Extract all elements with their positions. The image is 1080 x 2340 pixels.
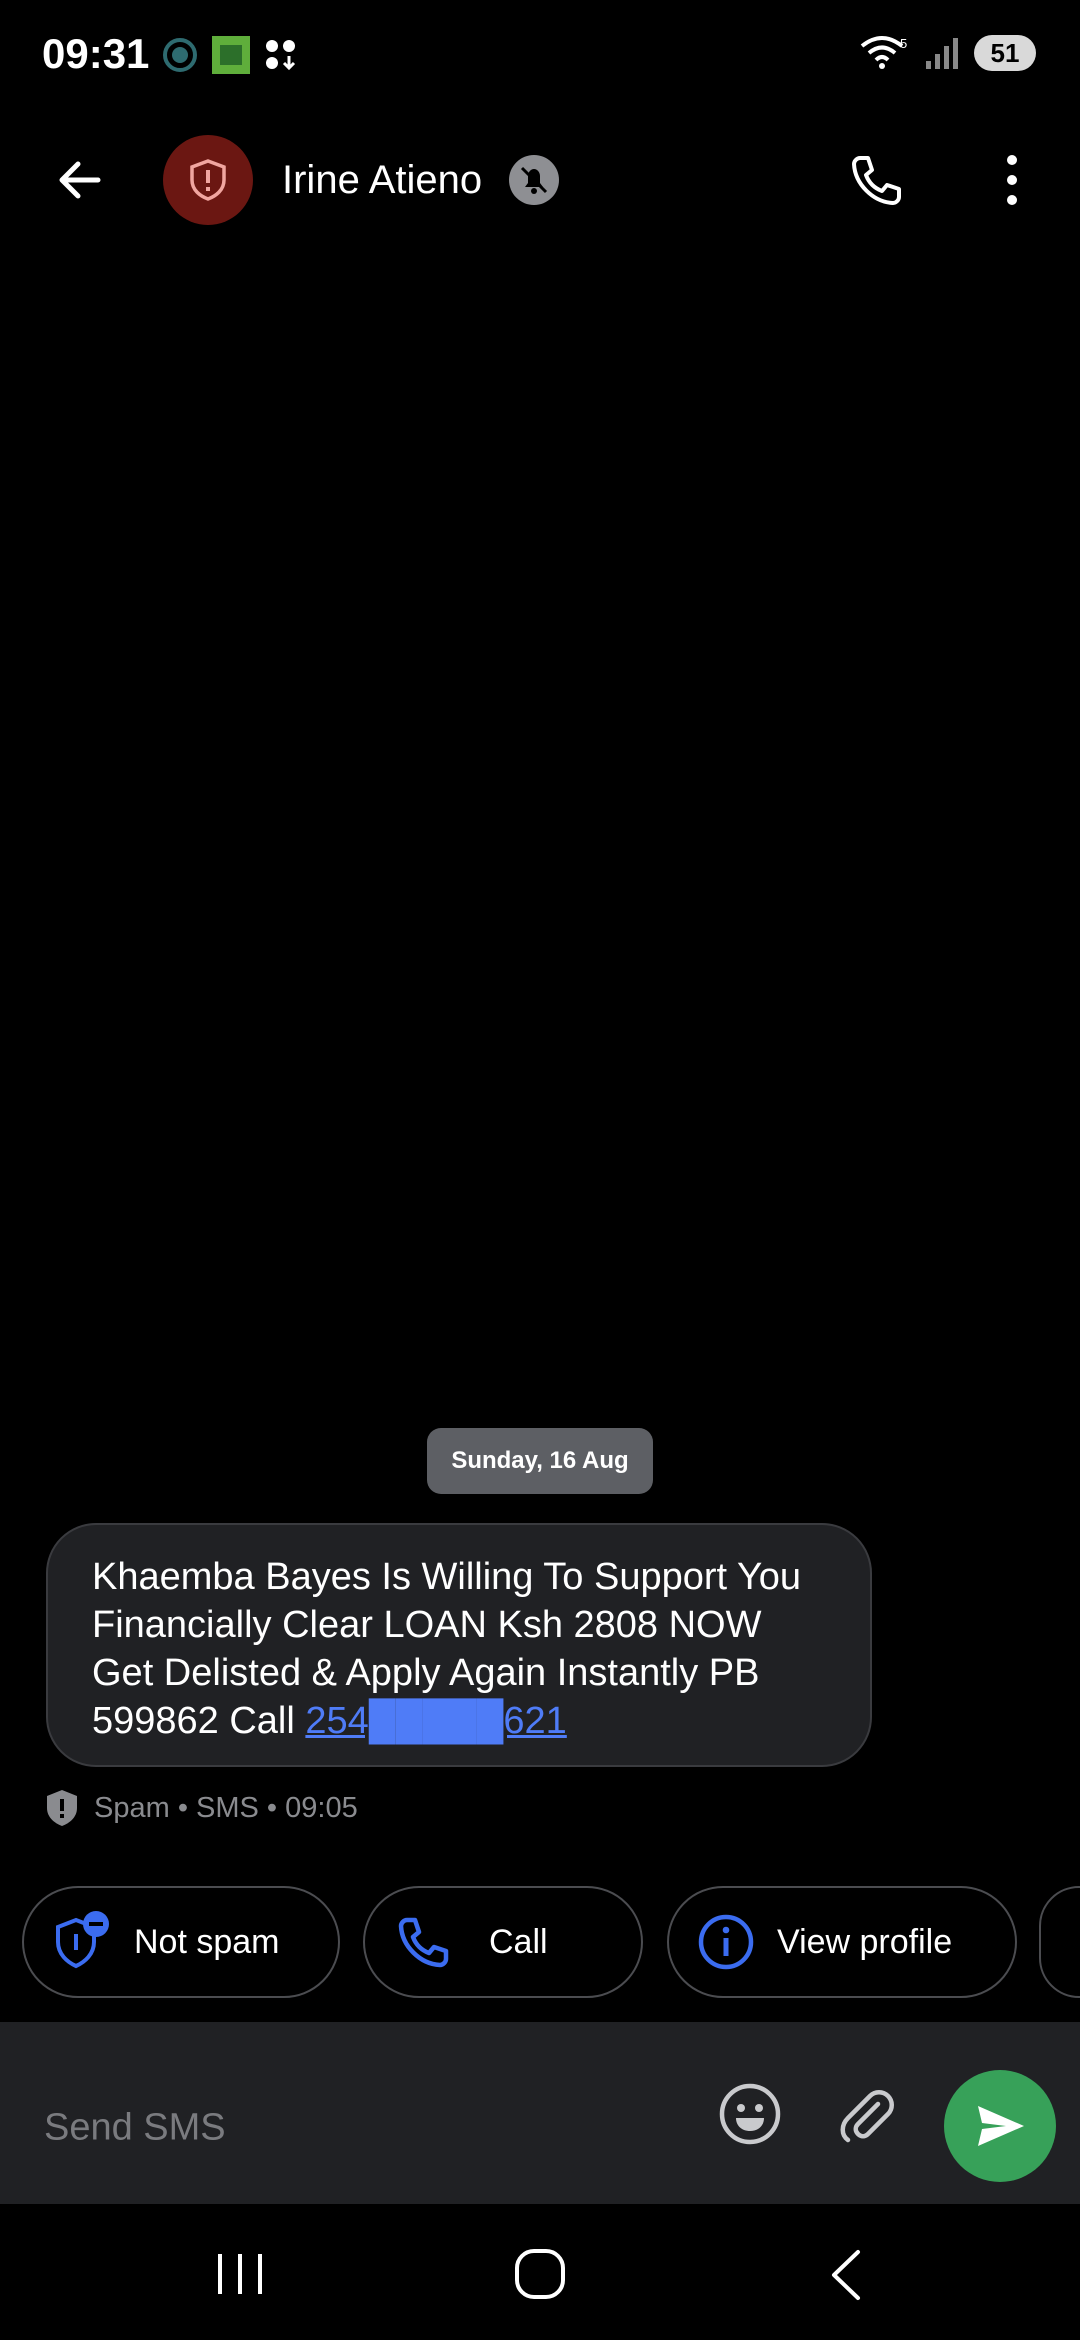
message-meta: Spam • SMS • 09:05 (44, 1786, 358, 1830)
call-action-icon (398, 1917, 449, 1968)
date-separator: Sunday, 16 Aug (427, 1428, 653, 1494)
more-vert-icon[interactable] (992, 150, 1032, 210)
home-icon[interactable] (514, 2248, 566, 2300)
compose-bar: Send SMS (0, 2022, 1080, 2204)
back-arrow-icon[interactable] (50, 150, 110, 210)
contact-name[interactable]: Irine Atieno (282, 158, 482, 203)
kcb-app-icon (212, 36, 250, 74)
view-profile-label: View profile (777, 1922, 953, 1961)
info-icon (698, 1914, 754, 1970)
battery-level: 51 (990, 37, 1020, 68)
message-bubble[interactable]: Khaemba Bayes Is Willing To Support You … (46, 1523, 872, 1767)
send-icon (978, 2106, 1024, 2146)
more-actions-chip[interactable] (1039, 1886, 1080, 1998)
status-icons-right: 5 51 (860, 34, 1036, 72)
status-bar: 09:31 5 51 (0, 0, 1080, 110)
not-spam-label: Not spam (134, 1922, 280, 1961)
status-time: 09:31 (42, 30, 150, 77)
app-grid-download-icon (266, 40, 296, 71)
shield-alert-icon (190, 159, 226, 201)
avatar[interactable] (163, 135, 253, 225)
whatsapp-icon (163, 38, 197, 72)
message-input[interactable]: Send SMS (44, 2107, 226, 2150)
emoji-icon[interactable] (718, 2082, 782, 2146)
bell-off-icon (509, 155, 559, 205)
view-profile-button[interactable]: View profile (667, 1886, 1017, 1998)
svg-text:5: 5 (900, 36, 907, 51)
spam-shield-icon (47, 1790, 77, 1826)
phone-icon[interactable] (846, 150, 906, 210)
battery-icon: 51 (974, 35, 1036, 71)
wifi-icon: 5 (860, 36, 907, 69)
phone-number-link[interactable]: 254█████621 (305, 1700, 566, 1742)
system-navigation-bar (0, 2204, 1080, 2340)
recents-icon[interactable] (212, 2250, 268, 2298)
call-label: Call (489, 1922, 548, 1961)
call-action-button[interactable]: Call (363, 1886, 643, 1998)
send-button[interactable] (944, 2070, 1056, 2182)
conversation-header: Irine Atieno (0, 120, 1080, 240)
shield-remove-icon (56, 1911, 109, 1969)
attach-icon[interactable] (834, 2082, 898, 2146)
not-spam-button[interactable]: Not spam (22, 1886, 340, 1998)
message-meta-text: Spam • SMS • 09:05 (94, 1791, 358, 1824)
signal-icon (926, 38, 958, 69)
status-icons-left (162, 36, 298, 74)
nav-back-icon[interactable] (826, 2248, 866, 2302)
